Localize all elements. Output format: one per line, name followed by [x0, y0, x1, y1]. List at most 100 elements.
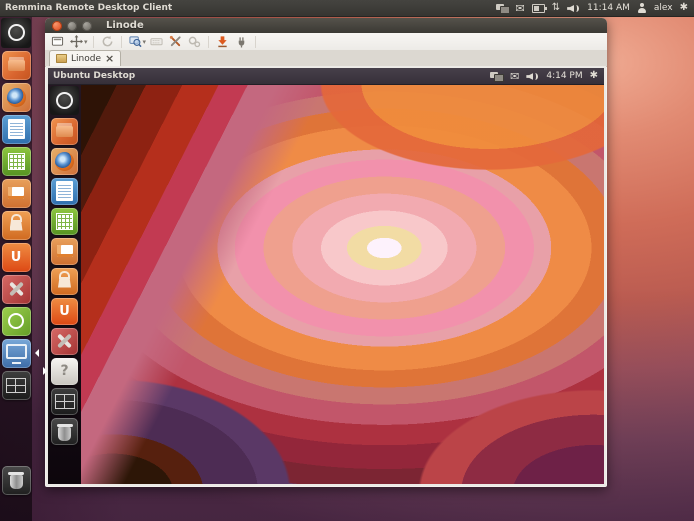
remote-launcher-item-ubuntu-one[interactable]: U [51, 298, 78, 325]
remmina-window: Linode ▾ ▾ [45, 18, 607, 487]
disconnect-button[interactable] [233, 34, 250, 49]
remmina-icon [2, 339, 31, 368]
softwarecenter-icon [51, 268, 78, 295]
maximize-icon[interactable] [82, 21, 92, 31]
network-traffic-icon[interactable] [552, 1, 560, 15]
firefox-icon [2, 83, 31, 112]
remote-launcher-item-libreoffice-writer[interactable] [51, 178, 78, 205]
mail-icon[interactable] [516, 1, 525, 15]
host-top-panel: Remmina Remote Desktop Client 11:14 AM a… [0, 0, 694, 17]
softwarecenter-icon [2, 211, 31, 240]
launcher-item-dash[interactable] [1, 18, 31, 48]
session-gear-icon[interactable] [680, 1, 688, 15]
close-icon[interactable] [52, 21, 62, 31]
launcher-item-firefox[interactable] [2, 83, 31, 112]
workspaces-icon [2, 371, 31, 400]
scaled-mode-button[interactable] [127, 34, 144, 49]
battery-icon[interactable] [532, 4, 545, 13]
launcher-item-system-settings[interactable] [2, 275, 31, 304]
toolbar-separator [255, 36, 256, 48]
launcher-item-workspace-switcher[interactable] [2, 371, 31, 400]
tab-label: Linode [71, 54, 101, 64]
toolbar-separator [93, 36, 94, 48]
volume-icon[interactable] [567, 3, 580, 13]
mail-icon[interactable] [510, 69, 519, 83]
remote-desktop-body: U? [48, 84, 604, 484]
remote-launcher-item-workspace-switcher[interactable] [51, 388, 78, 415]
dash-icon [50, 86, 79, 115]
ubuntugreen-icon [2, 307, 31, 336]
host-clock[interactable]: 11:14 AM [587, 3, 630, 13]
remote-top-panel: Ubuntu Desktop 4:14 PM [48, 68, 604, 85]
pan-dropdown-caret-icon[interactable]: ▾ [84, 38, 88, 46]
window-title: Linode [106, 20, 144, 31]
remote-viewport: Ubuntu Desktop 4:14 PM U? [46, 66, 606, 486]
remote-launcher-item-home-folder[interactable] [51, 118, 78, 145]
minimize-icon[interactable] [67, 21, 77, 31]
calc-icon [51, 208, 78, 235]
network-icon[interactable] [496, 3, 509, 13]
user-icon[interactable] [637, 3, 647, 14]
scale-dropdown-caret-icon[interactable]: ▾ [143, 38, 147, 46]
username[interactable]: alex [654, 3, 673, 13]
remote-launcher-item-libreoffice-calc[interactable] [51, 208, 78, 235]
minimize-to-tray-button[interactable] [214, 34, 231, 49]
remote-launcher-item-trash[interactable] [51, 418, 78, 445]
remote-clock[interactable]: 4:14 PM [546, 71, 582, 81]
volume-icon[interactable] [526, 71, 539, 81]
remote-panel-indicators: 4:14 PM [490, 69, 604, 83]
launcher-item-ubuntu[interactable] [2, 307, 31, 336]
writer-icon [51, 178, 78, 205]
impress-icon [2, 179, 31, 208]
launcher-item-remmina[interactable] [2, 339, 31, 368]
grab-keyboard-button [148, 34, 165, 49]
home-icon [51, 118, 78, 145]
remote-launcher-item-software-center[interactable] [51, 268, 78, 295]
settings-icon [51, 328, 78, 355]
window-toolbar: ▾ ▾ [45, 33, 607, 51]
tools-button[interactable] [167, 34, 184, 49]
window-titlebar[interactable]: Linode [45, 18, 607, 34]
remote-desktop-wallpaper [81, 84, 604, 484]
tab-bar: Linode × [45, 50, 607, 67]
fullscreen-button[interactable] [49, 34, 66, 49]
resize-to-fit-button [99, 34, 116, 49]
unknown-icon: ? [51, 358, 78, 385]
settings-icon [2, 275, 31, 304]
calc-icon [2, 147, 31, 176]
launcher-item-libreoffice-writer[interactable] [2, 115, 31, 144]
toolbar-separator [121, 36, 122, 48]
launcher-item-home-folder[interactable] [2, 51, 31, 80]
pan-button[interactable] [68, 34, 85, 49]
remote-launcher-item-dash[interactable] [50, 86, 79, 115]
remote-launcher-item-libreoffice-impress[interactable] [51, 238, 78, 265]
workspaces-icon [51, 388, 78, 415]
tab-close-icon[interactable]: × [105, 53, 114, 64]
toolbar-separator [208, 36, 209, 48]
launcher-item-software-center[interactable] [2, 211, 31, 240]
host-launcher: U [0, 16, 32, 521]
trash-icon [2, 466, 31, 495]
session-gear-icon[interactable] [590, 69, 598, 83]
remote-launcher: U? [48, 84, 81, 484]
writer-icon [2, 115, 31, 144]
remote-launcher-item-system-settings[interactable] [51, 328, 78, 355]
network-icon[interactable] [490, 71, 503, 81]
home-icon [2, 51, 31, 80]
remote-desktop-icon [56, 54, 67, 63]
firefox-icon [51, 148, 78, 175]
host-panel-app-title: Remmina Remote Desktop Client [5, 3, 172, 13]
launcher-item-libreoffice-calc[interactable] [2, 147, 31, 176]
tab-linode[interactable]: Linode × [49, 50, 121, 66]
dash-icon [1, 18, 31, 48]
remote-launcher-item-firefox[interactable] [51, 148, 78, 175]
trash-icon [51, 418, 78, 445]
launcher-item-ubuntu-one[interactable]: U [2, 243, 31, 272]
impress-icon [51, 238, 78, 265]
remote-panel-title: Ubuntu Desktop [53, 71, 135, 81]
ubuntuone-icon: U [51, 298, 78, 325]
host-panel-indicators: 11:14 AM alex [496, 1, 694, 15]
launcher-item-trash[interactable] [2, 466, 31, 495]
launcher-item-libreoffice-impress[interactable] [2, 179, 31, 208]
remote-launcher-item-unknown-app[interactable]: ? [51, 358, 78, 385]
